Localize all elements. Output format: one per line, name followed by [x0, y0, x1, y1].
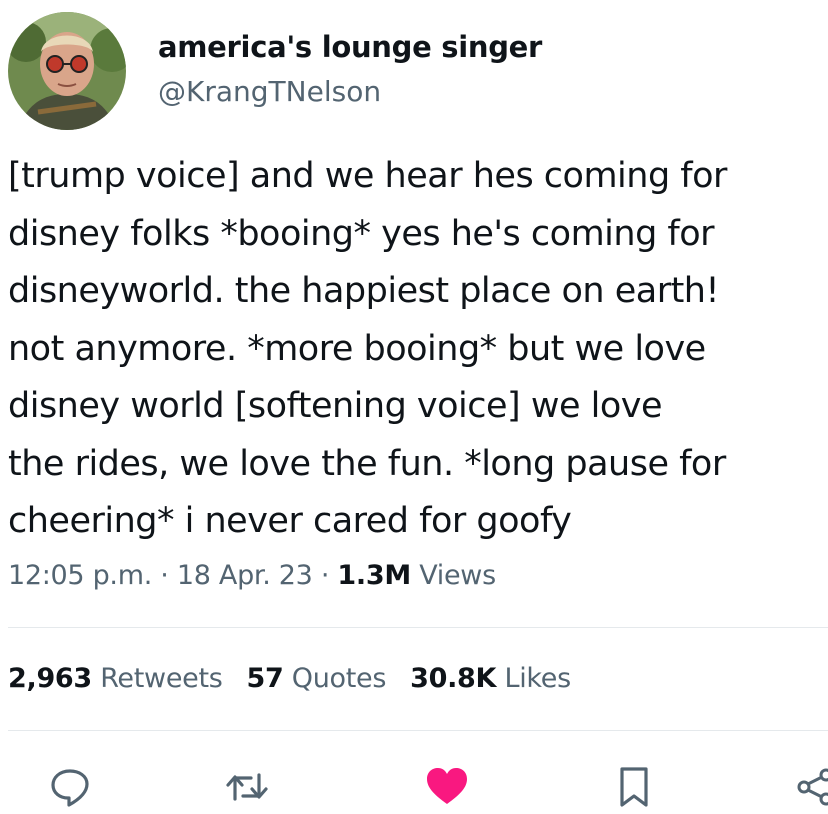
- engagement-stats: 2,963 Retweets 57 Quotes 30.8K Likes: [8, 663, 595, 694]
- tweet-text-line: disney world [softening voice] we love: [8, 386, 663, 426]
- retweets-label: Retweets: [91, 663, 223, 694]
- divider: [8, 730, 828, 731]
- share-button[interactable]: [796, 765, 828, 809]
- retweets-count: 2,963: [8, 663, 92, 694]
- retweets-stat[interactable]: 2,963 Retweets: [8, 663, 223, 694]
- tweet-card: america's lounge singer @KrangTNelson [t…: [0, 0, 828, 814]
- tweet-text: [trump voice] and we hear hes coming for…: [8, 148, 828, 551]
- tweet-text-line: not anymore. *more booing* but we love: [8, 328, 706, 369]
- tweet-text-line: disneyworld. the happiest place on earth…: [8, 271, 720, 311]
- tweet-date[interactable]: 18 Apr. 23: [177, 560, 313, 591]
- meta-separator: ·: [312, 560, 338, 591]
- quotes-count: 57: [246, 663, 284, 694]
- like-button[interactable]: [425, 765, 469, 809]
- bookmark-icon: [620, 767, 648, 807]
- likes-label: Likes: [496, 663, 571, 694]
- quotes-label: Quotes: [283, 663, 387, 694]
- author-display-name[interactable]: america's lounge singer: [158, 30, 542, 64]
- reply-icon: [51, 769, 89, 807]
- tweet-text-line: disney folks *booing* yes he's coming fo…: [8, 213, 715, 254]
- avatar-photo: [8, 12, 126, 130]
- tweet-text-line: cheering* i never cared for goofy: [8, 501, 572, 541]
- retweet-button[interactable]: [225, 765, 269, 809]
- views-count: 1.3M: [337, 560, 411, 591]
- divider: [8, 627, 828, 628]
- bookmark-button[interactable]: [612, 765, 656, 809]
- avatar[interactable]: [8, 12, 126, 130]
- heart-icon: [427, 768, 467, 804]
- author-handle[interactable]: @KrangTNelson: [158, 75, 381, 108]
- tweet-text-line: [trump voice] and we hear hes coming for: [8, 156, 727, 196]
- likes-stat[interactable]: 30.8K Likes: [410, 663, 571, 694]
- meta-separator: ·: [152, 560, 177, 591]
- share-icon: [797, 768, 828, 806]
- quotes-stat[interactable]: 57 Quotes: [247, 663, 387, 694]
- tweet-time[interactable]: 12:05 p.m.: [8, 560, 152, 591]
- tweet-text-line: the rides, we love the fun. *long pause …: [8, 443, 726, 484]
- views-label: Views: [410, 560, 496, 591]
- tweet-meta: 12:05 p.m. · 18 Apr. 23 · 1.3M Views: [8, 560, 496, 591]
- likes-count: 30.8K: [410, 663, 497, 694]
- retweet-icon: [226, 773, 268, 801]
- reply-button[interactable]: [48, 765, 92, 809]
